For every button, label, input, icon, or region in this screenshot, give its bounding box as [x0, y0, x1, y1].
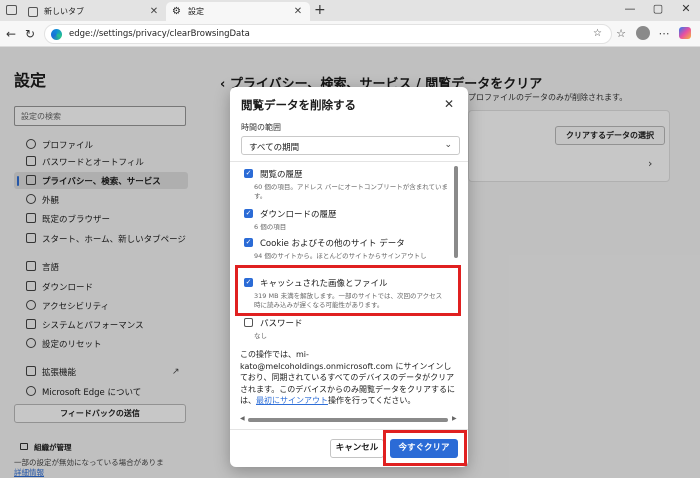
scroll-right-icon[interactable]: ▶ — [452, 415, 457, 422]
close-window-button[interactable]: ✕ — [676, 2, 696, 15]
time-range-label: 時間の範囲 — [241, 123, 281, 132]
scroll-left-icon[interactable]: ◀ — [240, 415, 245, 422]
more-menu-icon[interactable]: ⋯ — [657, 27, 671, 41]
profile-avatar[interactable] — [636, 26, 650, 40]
favorites-icon[interactable]: ☆ — [614, 27, 628, 41]
tab-new-tab[interactable]: 新しいタブ ✕ — [22, 2, 166, 21]
option-desc: 6 個の項目 — [254, 223, 287, 231]
sign-out-link[interactable]: 最初にサインアウト — [256, 396, 328, 405]
tab-label: 設定 — [188, 7, 204, 16]
gear-icon: ⚙ — [172, 5, 181, 17]
highlight-box-clear-button — [383, 430, 467, 466]
horizontal-scrollbar[interactable] — [248, 418, 448, 422]
dialog-title: 閲覧データを削除する — [241, 98, 356, 112]
checkbox[interactable]: ✓ — [244, 169, 253, 178]
cancel-button[interactable]: キャンセル — [330, 439, 384, 458]
tab-settings[interactable]: ⚙ 設定 ✕ — [166, 2, 310, 21]
time-range-select[interactable]: すべての期間 ⌄ — [241, 136, 460, 155]
address-bar[interactable]: edge://settings/privacy/clearBrowsingDat… — [44, 24, 612, 44]
chevron-down-icon: ⌄ — [444, 140, 452, 150]
option-title: 閲覧の履歴 — [260, 170, 303, 180]
option-desc: 94 個のサイトから。ほとんどのサイトからサインアウトし — [254, 252, 427, 260]
new-tab-page-icon — [28, 6, 38, 17]
divider — [230, 161, 468, 162]
checkbox[interactable] — [244, 318, 253, 327]
new-tab-button[interactable]: + — [314, 2, 326, 18]
option-title: ダウンロードの履歴 — [260, 210, 337, 220]
option-title: パスワード — [260, 319, 303, 329]
edge-logo-icon — [51, 28, 62, 40]
favorite-star-icon[interactable]: ☆ — [593, 28, 602, 39]
workspaces-icon[interactable] — [6, 5, 17, 15]
tab-bar: 新しいタブ ✕ ⚙ 設定 ✕ + — ▢ ✕ — [0, 0, 700, 21]
option-title: Cookie およびその他のサイト データ — [260, 239, 405, 249]
tab-label: 新しいタブ — [44, 7, 84, 16]
vertical-scrollbar[interactable] — [454, 166, 458, 258]
back-arrow-icon[interactable]: ← — [3, 26, 19, 42]
checkbox[interactable]: ✓ — [244, 209, 253, 218]
checkbox[interactable]: ✓ — [244, 238, 253, 247]
sync-info-text: この操作では、mi-kato@melcoholdings.onmicrosoft… — [240, 350, 455, 405]
minimize-button[interactable]: — — [620, 2, 640, 15]
close-tab-icon[interactable]: ✕ — [292, 6, 304, 17]
maximize-button[interactable]: ▢ — [648, 2, 668, 15]
highlight-box-cached-images — [235, 265, 461, 316]
refresh-icon[interactable]: ↻ — [22, 26, 38, 42]
url-text: edge://settings/privacy/clearBrowsingDat… — [69, 29, 250, 39]
close-icon[interactable]: ✕ — [442, 97, 456, 111]
close-tab-icon[interactable]: ✕ — [148, 6, 160, 17]
option-desc: 60 個の項目。アドレス バーにオートコンプリートが含まれています。 — [254, 183, 449, 200]
option-desc: なし — [254, 332, 267, 340]
copilot-icon[interactable] — [679, 27, 691, 39]
time-range-value: すべての期間 — [249, 143, 300, 153]
toolbar: ← ↻ edge://settings/privacy/clearBrowsin… — [0, 21, 700, 47]
